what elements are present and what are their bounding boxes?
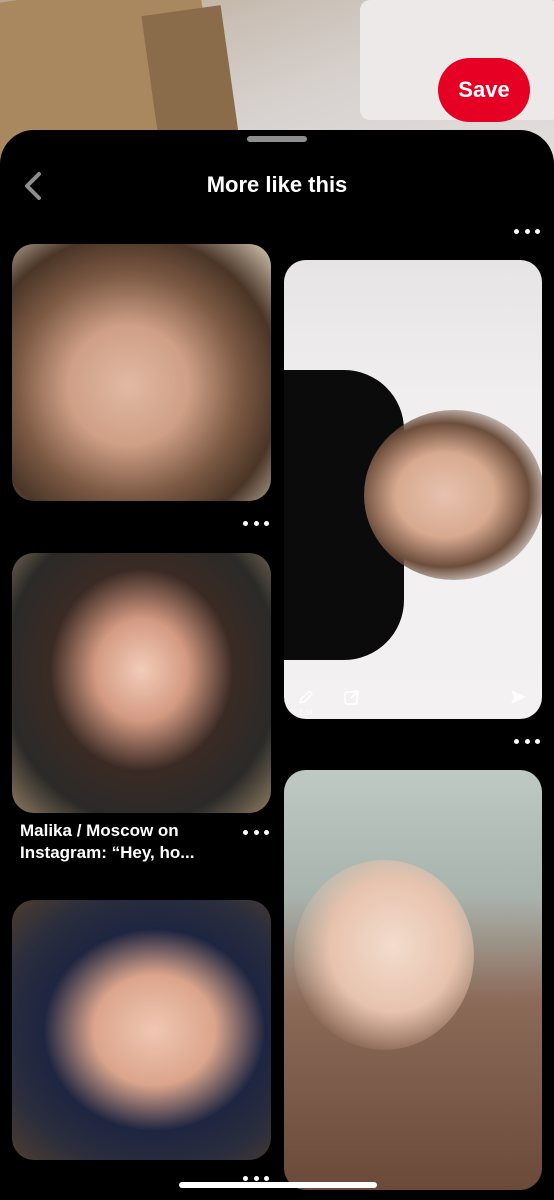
edit-label: Edit [299, 708, 313, 717]
pin-caption[interactable]: Malika / Moscow on Instagram: “Hey, ho..… [20, 820, 250, 864]
pin-image-3[interactable] [12, 553, 271, 813]
share-icon [344, 690, 359, 705]
save-button[interactable]: Save [438, 58, 530, 122]
share-tool[interactable] [342, 687, 362, 707]
edit-tool[interactable]: Edit [296, 687, 316, 717]
more-options-icon[interactable] [243, 518, 269, 528]
send-tool[interactable] [508, 687, 528, 707]
pin-image-1[interactable] [12, 244, 271, 501]
more-like-this-sheet: More like this Malika / Moscow on Instag… [0, 130, 554, 1200]
more-options-icon[interactable] [514, 226, 540, 236]
pin-image-4[interactable] [284, 770, 542, 1190]
sheet-drag-handle[interactable] [247, 136, 307, 142]
more-options-icon[interactable] [514, 736, 540, 746]
pin-image-5[interactable] [12, 900, 271, 1160]
hero-box-shadow [141, 5, 239, 145]
pin-tools: Edit [284, 685, 542, 719]
pin-subject-face [364, 410, 542, 580]
sheet-title: More like this [206, 172, 348, 197]
pin-subject-face [294, 860, 474, 1050]
send-icon [511, 690, 526, 704]
more-options-icon[interactable] [243, 827, 269, 837]
home-indicator [179, 1182, 377, 1188]
pencil-icon [299, 690, 313, 704]
pin-image-2[interactable] [284, 260, 542, 719]
